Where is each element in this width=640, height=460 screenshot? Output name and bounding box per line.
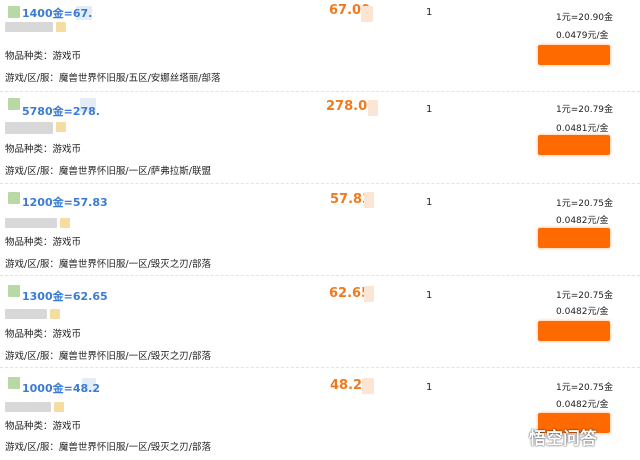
blurred-thumbnail	[8, 98, 20, 110]
listing-row[interactable]: 5780金=278. 物品种类：游戏币 游戏/区/服：魔兽世界怀旧服/一区/萨弗…	[0, 92, 640, 184]
server-label: 游戏/区/服：魔兽世界怀旧服/一区/毁灭之刃/部落	[5, 259, 212, 270]
quantity-value: 1	[426, 197, 433, 208]
item-type-label: 物品种类：游戏币	[5, 237, 82, 248]
server-label: 游戏/区/服：魔兽世界怀旧服/一区/毁灭之刃/部落	[5, 442, 212, 453]
server-label: 游戏/区/服：魔兽世界怀旧服/一区/萨弗拉斯/联盟	[5, 166, 212, 177]
blurred-seller-info	[5, 22, 53, 32]
quantity-value: 1	[426, 104, 433, 115]
blurred-seller-info	[5, 402, 51, 412]
blurred-price-tail	[361, 6, 373, 22]
blurred-thumbnail	[8, 6, 20, 18]
blurred-thumbnail	[8, 377, 20, 389]
blurred-thumbnail	[8, 192, 20, 204]
wukong-logo-icon	[498, 425, 526, 447]
rate-gold-to-yuan: 0.0482元/金	[556, 216, 609, 226]
blurred-seller-info	[5, 122, 53, 134]
rate-yuan-to-gold: 1元=20.79金	[556, 105, 614, 115]
listing-title[interactable]: 1300金=62.65	[22, 288, 108, 304]
blurred-seller-info	[5, 218, 57, 228]
rate-yuan-to-gold: 1元=20.75金	[556, 199, 614, 209]
blurred-price-tail	[368, 100, 378, 116]
blurred-badge	[50, 309, 60, 319]
item-type-label: 物品种类：游戏币	[5, 421, 82, 432]
blurred-price-tail	[364, 192, 374, 208]
blurred-badge	[54, 402, 64, 412]
blurred-price-tail	[362, 378, 374, 394]
rate-gold-to-yuan: 0.0481元/金	[556, 124, 609, 134]
buy-button[interactable]	[538, 321, 610, 341]
blurred-seller-info	[5, 309, 47, 319]
item-type-label: 物品种类：游戏币	[5, 144, 82, 155]
rate-gold-to-yuan: 0.0482元/金	[556, 307, 609, 317]
listing-title[interactable]: 1000金=48.2	[22, 380, 100, 396]
blurred-badge	[60, 218, 70, 228]
buy-button[interactable]	[538, 45, 610, 65]
listing-row[interactable]: 1200金=57.83 物品种类：游戏币 游戏/区/服：魔兽世界怀旧服/一区/毁…	[0, 184, 640, 276]
rate-gold-to-yuan: 0.0482元/金	[556, 400, 609, 410]
server-label: 游戏/区/服：魔兽世界怀旧服/五区/安娜丝塔丽/部落	[5, 73, 221, 84]
item-type-label: 物品种类：游戏币	[5, 329, 82, 340]
blurred-badge	[56, 122, 66, 132]
quantity-value: 1	[426, 290, 433, 301]
listing-row[interactable]: 1400金=67. 物品种类：游戏币 游戏/区/服：魔兽世界怀旧服/五区/安娜丝…	[0, 0, 640, 92]
watermark-text: 悟空问答	[529, 428, 597, 449]
watermark: 悟空问答	[498, 421, 597, 451]
buy-button[interactable]	[538, 228, 610, 248]
rate-yuan-to-gold: 1元=20.75金	[556, 291, 614, 301]
blurred-price-tail	[364, 286, 374, 302]
blurred-badge	[56, 22, 66, 32]
blurred-thumbnail	[8, 285, 20, 297]
rate-yuan-to-gold: 1元=20.75金	[556, 383, 614, 393]
listing-title[interactable]: 5780金=278.	[22, 103, 100, 119]
item-type-label: 物品种类：游戏币	[5, 51, 82, 62]
quantity-value: 1	[426, 382, 433, 393]
rate-yuan-to-gold: 1元=20.90金	[556, 13, 614, 23]
quantity-value: 1	[426, 7, 433, 18]
listing-row[interactable]: 1300金=62.65 物品种类：游戏币 游戏/区/服：魔兽世界怀旧服/一区/毁…	[0, 276, 640, 368]
buy-button[interactable]	[538, 135, 610, 155]
server-label: 游戏/区/服：魔兽世界怀旧服/一区/毁灭之刃/部落	[5, 351, 212, 362]
listing-title[interactable]: 1400金=67.	[22, 5, 92, 21]
rate-gold-to-yuan: 0.0479元/金	[556, 31, 609, 41]
listing-title[interactable]: 1200金=57.83	[22, 194, 108, 210]
